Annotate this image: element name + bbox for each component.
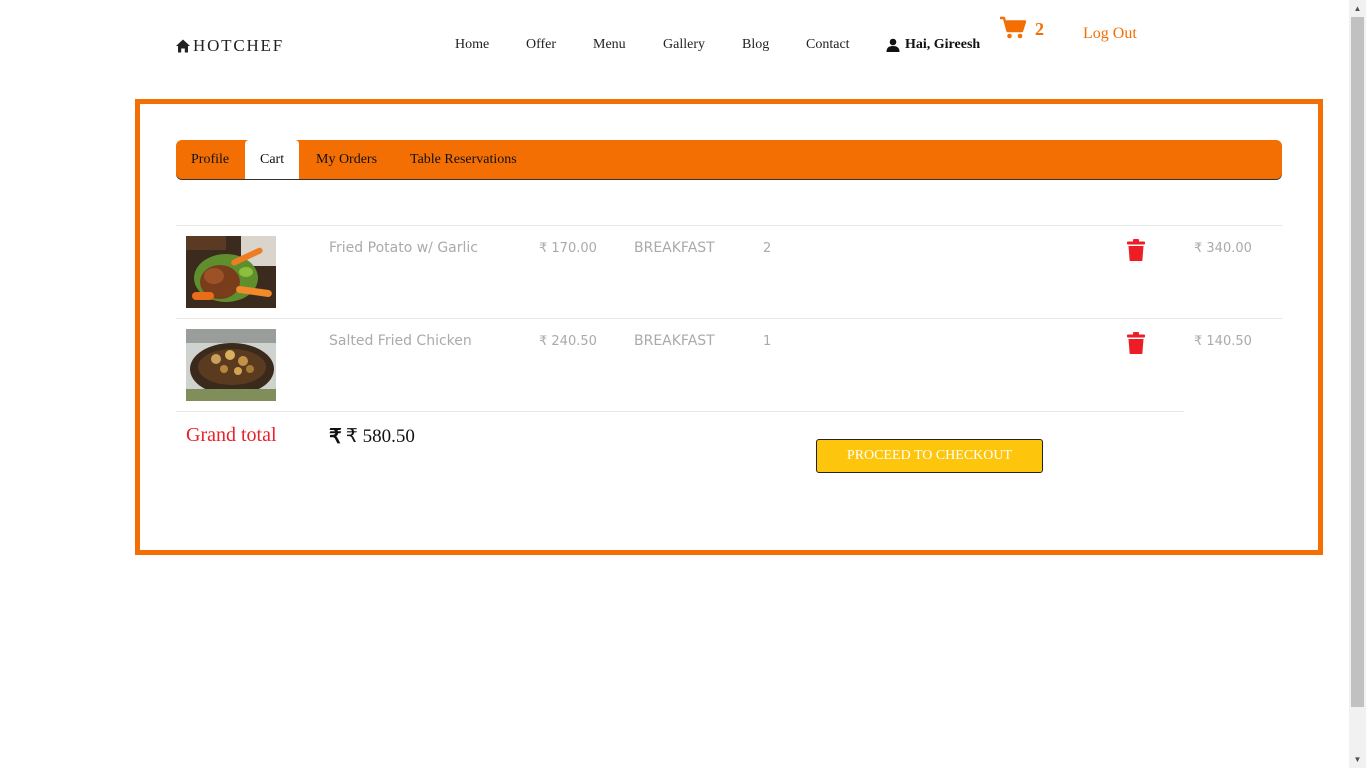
nav-gallery[interactable]: Gallery — [663, 37, 705, 53]
cart-item-total: ₹ 140.50 — [1194, 334, 1252, 349]
logout-link[interactable]: Log Out — [1083, 25, 1137, 43]
cart-item-category: BREAKFAST — [634, 333, 715, 349]
cart-item-price: ₹ 170.00 — [539, 241, 597, 256]
scroll-up-arrow-icon[interactable]: ▲ — [1349, 0, 1366, 17]
nav-offer[interactable]: Offer — [526, 37, 556, 53]
trash-icon[interactable] — [1127, 332, 1145, 354]
user-greeting: Hai, Gireesh — [905, 37, 981, 52]
proceed-to-checkout-button[interactable]: PROCEED TO CHECKOUT — [816, 439, 1043, 473]
user-icon — [886, 38, 900, 52]
grand-total-value: ₹ 580.50 — [345, 426, 415, 447]
user-menu[interactable]: Hai, Gireesh — [886, 37, 980, 53]
scroll-down-arrow-icon[interactable]: ▼ — [1349, 751, 1366, 768]
cart-item-quantity: 2 — [763, 241, 772, 256]
nav-contact[interactable]: Contact — [806, 37, 850, 53]
row-divider — [176, 411, 1184, 412]
cart-link[interactable]: 2 — [999, 16, 1044, 40]
rupee-icon: ₹ — [329, 426, 342, 448]
cart-item-name[interactable]: Salted Fried Chicken — [329, 333, 472, 349]
tab-table-reservations[interactable]: Table Reservations — [395, 140, 532, 179]
page-scrollbar[interactable]: ▲ ▼ — [1349, 0, 1366, 768]
grand-total-label: Grand total — [186, 424, 277, 446]
trash-icon[interactable] — [1127, 239, 1145, 261]
tab-my-orders[interactable]: My Orders — [301, 140, 392, 179]
nav-blog[interactable]: Blog — [742, 37, 769, 53]
cart-icon — [1000, 16, 1027, 39]
scroll-thumb[interactable] — [1351, 17, 1364, 707]
tab-cart[interactable]: Cart — [245, 140, 300, 179]
food-image-fried-chicken — [186, 329, 276, 401]
cart-item-quantity: 1 — [763, 334, 772, 349]
cart-item-total: ₹ 340.00 — [1194, 241, 1252, 256]
cart-item-price: ₹ 240.50 — [539, 334, 597, 349]
account-tabs: Profile Cart My Orders Table Reservation… — [176, 140, 1282, 179]
row-divider — [176, 225, 1282, 226]
nav-home[interactable]: Home — [455, 37, 489, 53]
main-nav: Home Offer Menu Gallery Blog Contact — [0, 37, 1366, 57]
cart-item-category: BREAKFAST — [634, 240, 715, 256]
food-image-fried-potato — [186, 236, 276, 308]
cart-count-badge: 2 — [1035, 19, 1044, 39]
tab-profile[interactable]: Profile — [176, 140, 244, 179]
grand-total: ₹ ₹ 580.50 — [329, 424, 415, 449]
row-divider — [176, 318, 1282, 319]
nav-menu[interactable]: Menu — [593, 37, 626, 53]
cart-item-name[interactable]: Fried Potato w/ Garlic — [329, 240, 478, 256]
